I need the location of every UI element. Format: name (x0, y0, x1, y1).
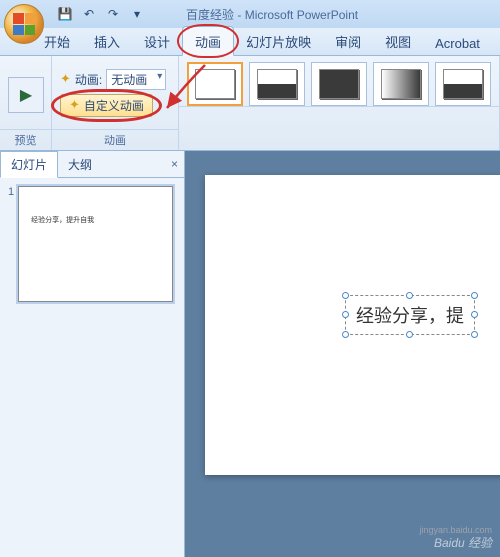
resize-handle[interactable] (406, 331, 413, 338)
tab-slideshow[interactable]: 幻灯片放映 (234, 27, 323, 55)
titlebar: 💾 ↶ ↷ ▾ 百度经验 - Microsoft PowerPoint (0, 0, 500, 28)
resize-handle[interactable] (471, 292, 478, 299)
slide-canvas[interactable]: 经验分享，提 (205, 175, 500, 475)
animation-selector-row: ✦ 动画: 无动画 (60, 69, 170, 90)
star-icon: ✦ (69, 97, 80, 113)
transition-item-2[interactable] (249, 62, 305, 106)
group-label-preview: 预览 (0, 129, 51, 150)
transition-item-5[interactable] (435, 62, 491, 106)
thumbnail-item[interactable]: 1 经验分享，提升自我 (8, 186, 176, 302)
panel-close-icon[interactable]: × (165, 155, 184, 173)
tab-review[interactable]: 审阅 (323, 27, 373, 55)
resize-handle[interactable] (342, 311, 349, 318)
play-icon: ▶ (20, 85, 32, 105)
qat-more-icon[interactable]: ▾ (128, 5, 146, 23)
slide-number: 1 (8, 186, 14, 302)
app-name: Microsoft PowerPoint (245, 8, 358, 22)
group-label-transition (179, 106, 499, 123)
tab-design[interactable]: 设计 (132, 27, 182, 55)
ribbon: ▶ 预览 ✦ 动画: 无动画 ✦ 自定义动画 动画 (0, 56, 500, 151)
slide-thumbnail: 经验分享，提升自我 (18, 186, 173, 302)
slide-editor[interactable]: 经验分享，提 (185, 151, 500, 557)
resize-handle[interactable] (471, 311, 478, 318)
panel-tab-slides[interactable]: 幻灯片 (0, 151, 58, 178)
redo-icon[interactable]: ↷ (104, 5, 122, 23)
tab-view[interactable]: 视图 (373, 27, 423, 55)
transition-gallery (179, 56, 499, 106)
title-separator: - (237, 8, 244, 22)
group-label-animation: 动画 (52, 129, 178, 150)
watermark-logo: Baidu 经验 (434, 534, 492, 551)
transition-none[interactable] (187, 62, 243, 106)
transition-item-3[interactable] (311, 62, 367, 106)
undo-icon[interactable]: ↶ (80, 5, 98, 23)
document-name: 百度经验 (186, 8, 234, 22)
textbox-content: 经验分享，提 (356, 306, 464, 326)
workspace: 幻灯片 大纲 × 1 经验分享，提升自我 经验分享，提 (0, 151, 500, 557)
panel-tab-outline[interactable]: 大纲 (58, 152, 102, 177)
textbox-selected[interactable]: 经验分享，提 (345, 295, 475, 335)
quick-access-toolbar: 💾 ↶ ↷ ▾ (56, 5, 146, 23)
office-button[interactable] (4, 4, 44, 44)
tab-insert[interactable]: 插入 (82, 27, 132, 55)
custom-animation-label: 自定义动画 (84, 97, 144, 114)
save-icon[interactable]: 💾 (56, 5, 74, 23)
tab-animation[interactable]: 动画 (182, 26, 234, 56)
preview-button[interactable]: ▶ (8, 77, 44, 113)
resize-handle[interactable] (471, 331, 478, 338)
resize-handle[interactable] (342, 292, 349, 299)
slides-panel: 幻灯片 大纲 × 1 经验分享，提升自我 (0, 151, 185, 557)
window-title: 百度经验 - Microsoft PowerPoint (186, 6, 358, 23)
panel-tabs: 幻灯片 大纲 × (0, 151, 184, 178)
ribbon-tabs: 开始 插入 设计 动画 幻灯片放映 审阅 视图 Acrobat (0, 28, 500, 56)
transition-item-4[interactable] (373, 62, 429, 106)
resize-handle[interactable] (406, 292, 413, 299)
animation-prefix-icon: ✦ (60, 71, 71, 87)
animation-label: 动画: (75, 71, 102, 88)
tab-acrobat[interactable]: Acrobat (423, 31, 492, 55)
office-logo-icon (13, 13, 35, 35)
thumbnail-list: 1 经验分享，提升自我 (0, 178, 184, 557)
custom-animation-button[interactable]: ✦ 自定义动画 (60, 94, 153, 117)
resize-handle[interactable] (342, 331, 349, 338)
animation-dropdown[interactable]: 无动画 (106, 69, 166, 90)
thumbnail-text: 经验分享，提升自我 (31, 217, 94, 224)
